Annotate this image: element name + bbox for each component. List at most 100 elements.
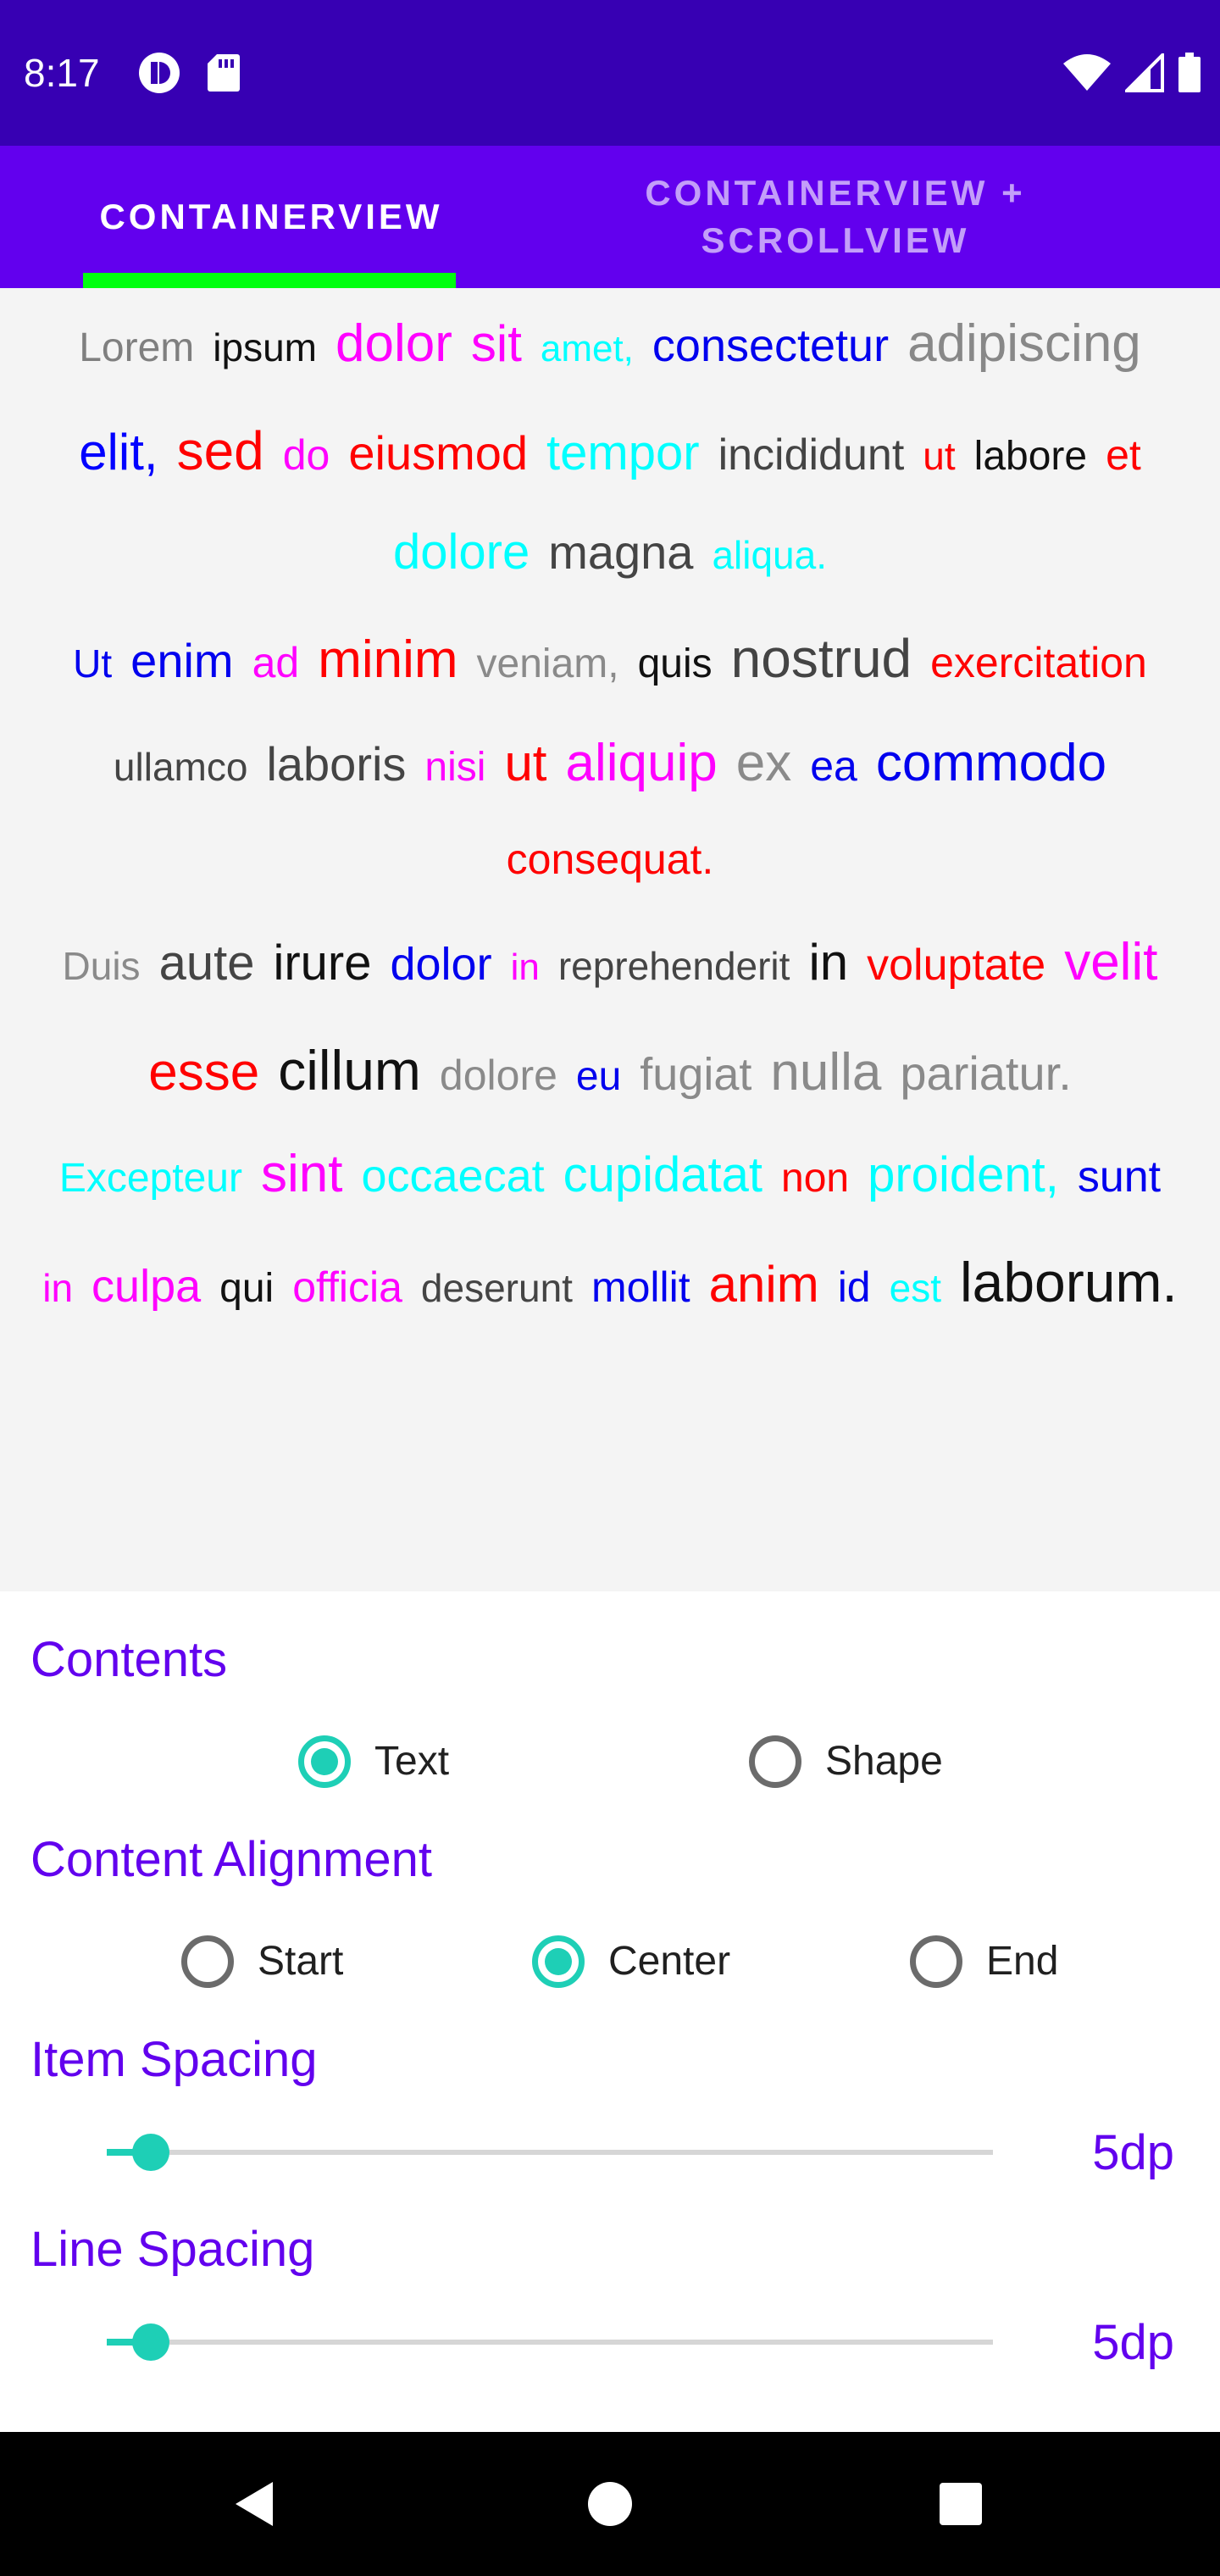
tab-containerview[interactable]: CONTAINERVIEW	[0, 146, 542, 288]
flow-word: nulla	[770, 1043, 882, 1102]
home-button[interactable]	[581, 2475, 639, 2533]
item-spacing-label: Item Spacing	[30, 2032, 318, 2087]
radio-alignment-start-circle[interactable]	[181, 1935, 234, 1988]
back-button[interactable]	[225, 2475, 283, 2533]
radio-contents-text[interactable]: Text	[298, 1735, 449, 1788]
flow-word: elit,	[79, 424, 158, 480]
flow-word: ea	[810, 742, 857, 790]
flow-line: ullamco laboris nisi ut aliquip ex ea commodo	[0, 733, 1220, 818]
flow-line: Excepteur sint occaecat cupidatat non proiden…	[0, 1144, 1220, 1229]
flow-word: esse	[148, 1043, 260, 1102]
flow-word: sunt	[1077, 1152, 1162, 1202]
flow-line: consequat.	[0, 835, 1220, 919]
radio-contents-shape[interactable]: Shape	[749, 1735, 943, 1788]
contents-label: Contents	[30, 1632, 228, 1687]
flow-line: in culpa qui officia deserunt mollit anim id est…	[0, 1250, 1220, 1335]
flow-word: velit	[1064, 933, 1158, 991]
cellular-signal-icon	[1125, 53, 1164, 92]
flow-content-area: Lorem ipsum dolor sit amet, consectetur adipis…	[0, 288, 1220, 1591]
flow-word: dolor	[335, 314, 452, 373]
flow-word: non	[781, 1156, 850, 1201]
tab-bar: CONTAINERVIEW CONTAINERVIEW + SCROLLVIEW	[0, 146, 1220, 288]
flow-word: aliquip	[565, 734, 718, 792]
sd-card-icon	[208, 54, 240, 92]
flow-word: anim	[708, 1256, 819, 1313]
flow-word: nisi	[424, 745, 486, 790]
tab-containerview-scrollview[interactable]: CONTAINERVIEW + SCROLLVIEW	[542, 146, 1128, 288]
tab-indicator	[83, 273, 456, 288]
flow-word: ullamco	[113, 745, 248, 789]
flow-word: minim	[318, 630, 458, 689]
status-left-icons	[137, 53, 241, 93]
line-spacing-slider[interactable]	[107, 2317, 993, 2368]
line-spacing-label: Line Spacing	[30, 2222, 315, 2277]
controls-panel: Contents Text Shape Content Alignment St…	[0, 1591, 1220, 2432]
flow-word: cillum	[278, 1039, 421, 1102]
navigation-bar	[0, 2432, 1220, 2576]
radio-alignment-center-circle[interactable]	[532, 1935, 585, 1988]
flow-word: ut	[923, 434, 956, 478]
flow-word: Duis	[62, 944, 141, 988]
flow-word: pariatur.	[900, 1046, 1072, 1100]
flow-word: sit	[470, 315, 522, 372]
flow-word: nostrud	[730, 628, 912, 689]
radio-alignment-end-circle[interactable]	[910, 1935, 962, 1988]
tab-containerview-label: CONTAINERVIEW	[99, 197, 443, 236]
item-spacing-value: 5dp	[1092, 2125, 1174, 2180]
home-icon	[588, 2482, 632, 2526]
status-bar: 8:17	[0, 0, 1220, 146]
flow-line: elit, sed do eiusmod tempor incididunt ut labor…	[0, 419, 1220, 504]
flow-word: qui	[219, 1266, 274, 1311]
flow-word: consequat.	[506, 836, 714, 883]
flow-line: Lorem ipsum dolor sit amet, consectetur adipis…	[0, 314, 1220, 398]
flow-word: dolor	[390, 939, 492, 990]
radio-alignment-center[interactable]: Center	[532, 1935, 730, 1988]
flow-word: magna	[548, 525, 694, 579]
radio-contents-shape-label: Shape	[825, 1739, 943, 1784]
flow-word: dolore	[392, 525, 530, 580]
flow-word: commodo	[875, 734, 1107, 792]
flow-word: Lorem	[79, 325, 195, 370]
flow-word: enim	[130, 634, 234, 687]
flow-word: est	[889, 1266, 941, 1310]
flow-line: dolore magna aliqua.	[0, 524, 1220, 608]
flow-word: officia	[292, 1263, 402, 1311]
flow-word: fugiat	[640, 1049, 752, 1100]
radio-alignment-end-label: End	[986, 1939, 1059, 1984]
flow-word: sed	[176, 420, 264, 481]
flow-line: Ut enim ad minim veniam, quis nostrud exercitat…	[0, 627, 1220, 712]
flow-word: in	[510, 947, 540, 988]
radio-contents-shape-circle[interactable]	[749, 1735, 801, 1788]
radio-alignment-start-label: Start	[258, 1939, 344, 1984]
item-spacing-slider-track	[107, 2150, 993, 2155]
flow-word: deserunt	[420, 1266, 573, 1310]
flow-word: proident,	[868, 1147, 1059, 1202]
recents-button[interactable]	[932, 2475, 990, 2533]
radio-alignment-start[interactable]: Start	[181, 1935, 343, 1988]
flow-word: reprehenderit	[557, 944, 790, 988]
flow-word: dolore	[439, 1052, 557, 1099]
flow-line: Duis aute irure dolor in reprehenderit in volup…	[0, 932, 1220, 1017]
flow-word: Excepteur	[58, 1156, 242, 1201]
item-spacing-slider-thumb[interactable]	[132, 2134, 170, 2171]
radio-contents-text-circle[interactable]	[298, 1735, 351, 1788]
back-icon	[236, 2482, 273, 2526]
flow-word: irure	[273, 935, 372, 991]
wifi-icon	[1063, 54, 1111, 91]
line-spacing-value: 5dp	[1092, 2315, 1174, 2370]
flow-word: laboris	[266, 737, 407, 791]
flow-word: tempor	[546, 425, 700, 480]
radio-alignment-end[interactable]: End	[910, 1935, 1058, 1988]
flow-word: id	[837, 1263, 871, 1311]
item-spacing-slider[interactable]	[107, 2127, 993, 2178]
flow-word: ex	[735, 734, 792, 792]
line-spacing-slider-thumb[interactable]	[132, 2323, 170, 2361]
battery-icon	[1178, 53, 1201, 92]
flow-word: ad	[252, 639, 300, 686]
flow-word: sint	[260, 1145, 343, 1203]
flow-word: ut	[504, 735, 547, 791]
content-alignment-label: Content Alignment	[30, 1832, 432, 1887]
flow-word: aute	[158, 935, 255, 991]
status-time: 8:17	[24, 51, 100, 95]
flow-word: adipiscing	[907, 314, 1141, 373]
